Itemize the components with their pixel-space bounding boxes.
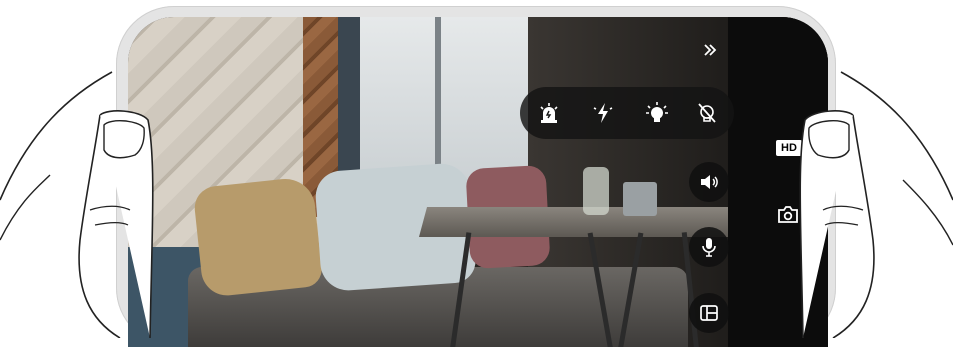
chevrons-right-icon — [704, 44, 717, 56]
light-off-icon — [698, 103, 716, 123]
right-hand — [799, 71, 953, 338]
pillow — [192, 176, 324, 298]
speaker-button[interactable] — [689, 162, 729, 202]
illustration: HD — [0, 0, 953, 347]
microphone-button[interactable] — [689, 227, 729, 267]
flash-button[interactable] — [588, 98, 618, 128]
light-button[interactable] — [642, 98, 672, 128]
layout-icon — [700, 305, 718, 321]
light-bulb-icon — [646, 102, 668, 122]
siren-button[interactable] — [534, 98, 564, 128]
speaker-icon — [701, 175, 718, 189]
siren-icon — [540, 103, 558, 123]
microphone-icon — [702, 238, 716, 257]
left-hand — [0, 71, 154, 338]
bucket — [623, 182, 657, 216]
light-control-bar — [520, 87, 734, 139]
flash-icon — [593, 103, 613, 123]
expand-button[interactable] — [702, 42, 718, 63]
vase — [583, 167, 609, 215]
layout-button[interactable] — [689, 293, 729, 333]
light-off-button[interactable] — [692, 98, 722, 128]
